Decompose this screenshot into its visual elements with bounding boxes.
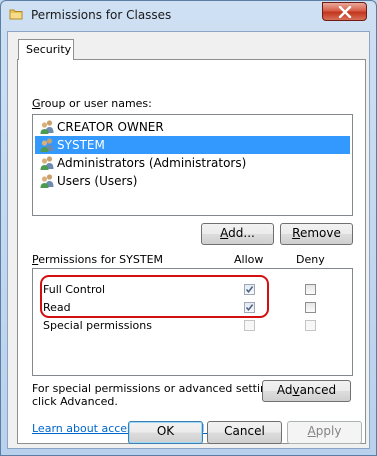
permission-row-special: Special permissions xyxy=(33,317,352,335)
allow-column-header: Allow xyxy=(234,253,264,266)
folder-icon xyxy=(9,9,23,20)
list-item[interactable]: Users (Users) xyxy=(35,172,350,190)
users-group-icon xyxy=(40,174,54,188)
tab-security-label: Security xyxy=(26,43,72,56)
list-item-name: Users (Users) xyxy=(57,174,138,188)
window-title: Permissions for Classes xyxy=(31,8,172,22)
dialog-client-area: Security Group or user names: CREATOR OW… xyxy=(7,31,370,449)
close-button[interactable] xyxy=(322,2,367,21)
users-group-icon xyxy=(40,156,54,170)
list-item[interactable]: CREATOR OWNER xyxy=(35,118,350,136)
advanced-hint-line2: click Advanced. xyxy=(32,395,118,408)
add-button[interactable]: Add... xyxy=(201,223,274,245)
ok-button[interactable]: OK xyxy=(128,421,203,444)
list-item-name: CREATOR OWNER xyxy=(57,120,164,134)
cancel-button[interactable]: Cancel xyxy=(207,421,282,444)
dialog-window: Permissions for Classes Security Group o… xyxy=(0,0,377,456)
list-item-name: Administrators (Administrators) xyxy=(57,156,247,170)
list-item[interactable]: Administrators (Administrators) xyxy=(35,154,350,172)
remove-button[interactable]: Remove xyxy=(280,223,353,245)
close-icon xyxy=(338,6,352,18)
apply-button[interactable]: Apply xyxy=(287,421,362,444)
permission-name: Special permissions xyxy=(43,319,152,332)
allow-checkbox[interactable] xyxy=(244,320,255,331)
group-user-listbox[interactable]: CREATOR OWNER SYSTEM Administrators (Adm… xyxy=(32,114,353,216)
deny-checkbox[interactable] xyxy=(305,284,316,295)
list-item[interactable]: SYSTEM xyxy=(35,136,350,154)
users-group-icon xyxy=(40,138,54,152)
tab-security[interactable]: Security xyxy=(18,39,74,60)
advanced-hint-line1: For special permissions or advanced sett… xyxy=(32,382,284,395)
users-group-icon xyxy=(40,120,54,134)
permissions-for-label: Permissions for SYSTEM xyxy=(32,253,164,266)
advanced-button[interactable]: Advanced xyxy=(262,380,351,402)
deny-checkbox[interactable] xyxy=(305,320,316,331)
group-names-label: Group or user names: xyxy=(32,97,152,110)
list-item-name: SYSTEM xyxy=(57,138,105,152)
deny-column-header: Deny xyxy=(296,253,325,266)
security-tab-panel: Group or user names: CREATOR OWNER SYSTE… xyxy=(17,59,366,444)
deny-checkbox[interactable] xyxy=(305,302,316,313)
title-bar[interactable]: Permissions for Classes xyxy=(1,1,376,29)
annotation-highlight-ring xyxy=(40,275,269,318)
